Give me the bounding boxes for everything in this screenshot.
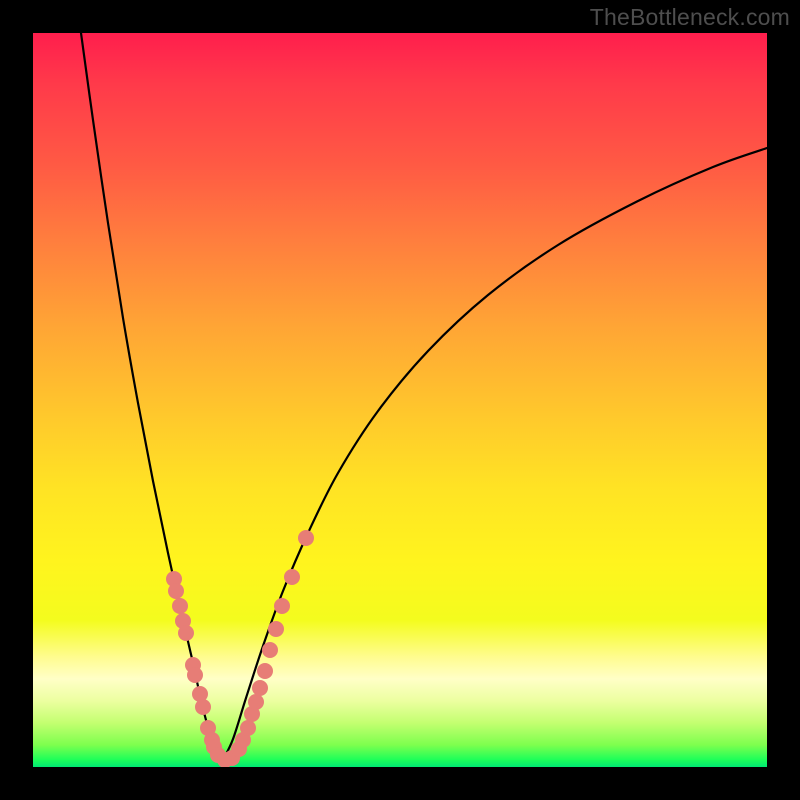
- sample-point: [178, 625, 194, 641]
- sample-point: [284, 569, 300, 585]
- sample-point: [298, 530, 314, 546]
- sample-point: [274, 598, 290, 614]
- curve-right: [223, 148, 767, 760]
- sample-point: [252, 680, 268, 696]
- sample-point: [262, 642, 278, 658]
- sample-point: [172, 598, 188, 614]
- sample-point: [168, 583, 184, 599]
- watermark-text: TheBottleneck.com: [590, 4, 790, 31]
- curve-left: [81, 33, 223, 760]
- sample-point: [268, 621, 284, 637]
- sample-markers: [166, 530, 314, 767]
- sample-point: [195, 699, 211, 715]
- plot-area: [33, 33, 767, 767]
- sample-point: [248, 694, 264, 710]
- sample-point: [257, 663, 273, 679]
- sample-point: [240, 720, 256, 736]
- sample-point: [187, 667, 203, 683]
- chart-svg: [33, 33, 767, 767]
- outer-frame: TheBottleneck.com: [0, 0, 800, 800]
